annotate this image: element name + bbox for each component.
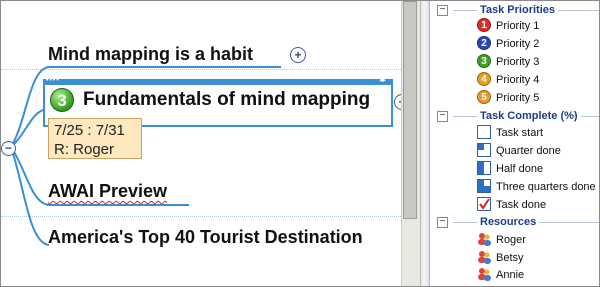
three-quarters-done-icon: [477, 179, 491, 194]
complete-item-done[interactable]: Task done: [477, 197, 546, 213]
task-info-note[interactable]: 7/25 : 7/31 R: Roger: [48, 118, 142, 159]
priority-1-icon: 1: [477, 18, 491, 33]
priority-item-3[interactable]: 3 Priority 3: [477, 54, 539, 70]
complete-label: Three quarters done: [496, 181, 596, 193]
resource-item-betsy[interactable]: Betsy: [477, 250, 524, 266]
complete-label: Task start: [496, 127, 544, 139]
map-canvas[interactable]: − Mind mapping is a habit + •••• ◂▸ 3 Fu…: [1, 1, 401, 286]
complete-label: Half done: [496, 163, 544, 175]
people-icon: [477, 267, 491, 282]
resource-label: Betsy: [496, 252, 524, 264]
collapse-section-button[interactable]: −: [437, 217, 448, 228]
complete-label: Task done: [496, 199, 547, 211]
scrollbar-thumb[interactable]: [403, 1, 417, 219]
priority-3-icon: 3: [477, 54, 491, 69]
priority-item-4[interactable]: 4 Priority 4: [477, 72, 539, 88]
drag-handle[interactable]: ••••: [46, 77, 60, 84]
section-task-priorities: − Task Priorities: [431, 3, 599, 17]
people-icon: [477, 250, 491, 265]
complete-label: Quarter done: [496, 145, 561, 157]
section-title: Resources: [477, 215, 540, 229]
topic-fundamentals[interactable]: Fundamentals of mind mapping: [83, 89, 370, 111]
priority-item-5[interactable]: 5 Priority 5: [477, 90, 539, 106]
priority-label: Priority 5: [496, 92, 540, 104]
topic-mind-mapping-habit[interactable]: Mind mapping is a habit: [48, 44, 253, 65]
task-start-icon: [477, 125, 491, 140]
task-dates: 7/25 : 7/31: [54, 122, 125, 139]
priority-label: Priority 2: [496, 38, 540, 50]
topic-america-top-40[interactable]: America's Top 40 Tourist Destination: [48, 227, 363, 248]
complete-item-three-quarters[interactable]: Three quarters done: [477, 179, 596, 195]
collapse-section-button[interactable]: −: [437, 111, 448, 122]
resource-label: Annie: [496, 269, 525, 281]
priority-label: Priority 4: [496, 74, 540, 86]
app-window: − Mind mapping is a habit + •••• ◂▸ 3 Fu…: [0, 0, 600, 287]
collapse-root-button[interactable]: −: [1, 141, 16, 156]
topic-awai-preview[interactable]: AWAI Preview: [48, 181, 167, 202]
panel-splitter[interactable]: [420, 1, 430, 286]
priority-4-icon: 4: [477, 72, 491, 87]
task-info-panel: − Task Priorities 1 Priority 1 2 Priority …: [431, 1, 599, 286]
section-resources: − Resources: [431, 215, 599, 229]
task-resource: R: Roger: [54, 141, 115, 158]
priority-label: Priority 3: [496, 56, 540, 68]
priority-3-icon[interactable]: 3: [50, 88, 74, 112]
priority-2-icon: 2: [477, 36, 491, 51]
complete-item-quarter[interactable]: Quarter done: [477, 143, 561, 159]
resource-item-annie[interactable]: Annie: [477, 267, 524, 283]
task-done-checkmark-icon: [477, 197, 491, 212]
resource-label: Roger: [496, 234, 526, 246]
section-title: Task Complete (%): [477, 109, 581, 123]
priority-label: Priority 1: [496, 20, 540, 32]
half-done-icon: [477, 161, 491, 176]
resize-handle[interactable]: ◂▸: [379, 76, 386, 84]
section-task-complete: − Task Complete (%): [431, 109, 599, 123]
complete-item-start[interactable]: Task start: [477, 125, 543, 141]
priority-item-1[interactable]: 1 Priority 1: [477, 18, 539, 34]
quarter-done-icon: [477, 143, 491, 158]
expand-topic-button[interactable]: +: [290, 47, 306, 63]
resource-item-roger[interactable]: Roger: [477, 232, 526, 248]
complete-item-half[interactable]: Half done: [477, 161, 543, 177]
section-title: Task Priorities: [477, 3, 558, 17]
people-icon: [477, 232, 491, 247]
priority-item-2[interactable]: 2 Priority 2: [477, 36, 539, 52]
collapse-section-button[interactable]: −: [437, 5, 448, 16]
priority-5-icon: 5: [477, 90, 491, 105]
